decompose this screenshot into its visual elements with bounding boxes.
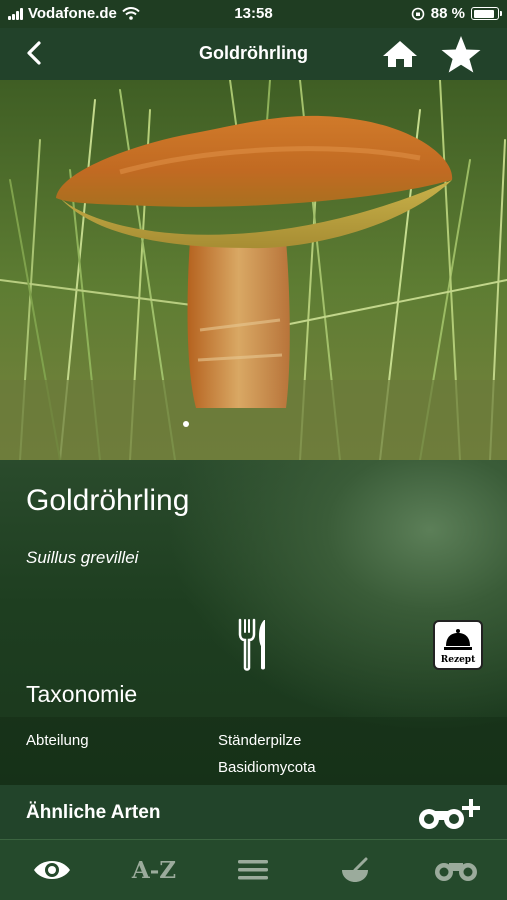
- tab-observations[interactable]: [432, 850, 480, 890]
- bowl-icon: [342, 857, 368, 882]
- taxonomy-title: Taxonomie: [26, 681, 138, 707]
- taxonomy-value: Ständerpilze: [218, 732, 302, 749]
- orientation-lock-icon: [411, 7, 425, 20]
- species-photo[interactable]: [0, 80, 507, 460]
- battery-percent: 88 %: [430, 5, 465, 22]
- list-icon: [238, 860, 268, 880]
- taxonomy-label: Abteilung: [26, 732, 89, 749]
- taxonomy-value-scientific: Basidiomycota: [218, 759, 316, 776]
- tab-recipes[interactable]: [338, 850, 372, 890]
- tab-overview[interactable]: [30, 850, 74, 890]
- tab-list[interactable]: [236, 850, 270, 890]
- taxonomy-row: Abteilung Ständerpilze Basidiomycota: [0, 717, 507, 785]
- status-right: 88 %: [411, 5, 502, 22]
- cloche-icon: [444, 629, 472, 650]
- cutlery-icon: [238, 618, 265, 671]
- page-dot-active[interactable]: [183, 421, 189, 427]
- recipe-button[interactable]: Rezept: [433, 620, 483, 670]
- binoculars-icon: [435, 863, 477, 881]
- species-detail: Goldröhrling Suillus grevillei Rezept Ta…: [0, 460, 507, 785]
- battery-level: [473, 9, 494, 18]
- similar-species-bar[interactable]: Ähnliche Arten: [0, 785, 507, 839]
- battery-icon: [471, 7, 502, 20]
- binoculars-plus-icon[interactable]: [417, 797, 483, 831]
- similar-species-label: Ähnliche Arten: [26, 802, 161, 823]
- species-name: Goldröhrling: [26, 484, 190, 517]
- favorite-star-button[interactable]: [439, 34, 483, 74]
- tab-bar: A-Z: [0, 839, 507, 900]
- home-button[interactable]: [381, 38, 419, 70]
- eye-icon: [34, 861, 70, 879]
- tab-az[interactable]: A-Z: [126, 850, 182, 890]
- nav-bar: Goldröhrling: [0, 28, 507, 80]
- status-bar: Vodafone.de 13:58 88 %: [0, 0, 507, 28]
- species-latin-name: Suillus grevillei: [26, 548, 139, 567]
- mushroom-illustration: [0, 80, 507, 460]
- nav-title: Goldröhrling: [199, 43, 308, 63]
- recipe-label: Rezept: [440, 655, 476, 665]
